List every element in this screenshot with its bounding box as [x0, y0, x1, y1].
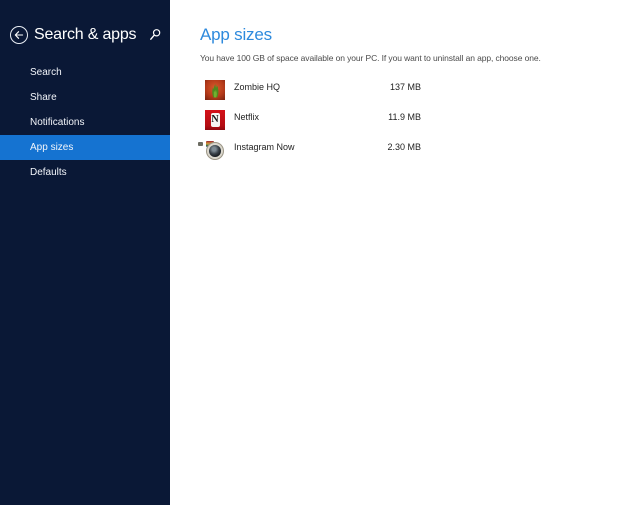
back-button[interactable] [10, 26, 28, 44]
search-button[interactable] [148, 28, 162, 42]
sidebar-nav: Search Share Notifications App sizes Def… [0, 60, 170, 185]
app-row[interactable]: Zombie HQ 137 MB [205, 80, 421, 100]
app-size: 11.9 MB [388, 112, 421, 122]
sidebar-item-label: Search [30, 67, 62, 78]
sidebar-item-share[interactable]: Share [0, 85, 170, 110]
sidebar-item-defaults[interactable]: Defaults [0, 160, 170, 185]
sidebar-item-label: Share [30, 92, 57, 103]
netflix-icon: N [205, 110, 225, 130]
instagram-camera-icon [198, 140, 225, 160]
sidebar-item-label: Notifications [30, 117, 85, 128]
app-name: Instagram Now [234, 142, 295, 152]
app-size: 2.30 MB [387, 142, 421, 152]
sidebar-item-label: Defaults [30, 167, 67, 178]
sidebar-item-label: App sizes [30, 142, 74, 153]
zombie-hand-icon [205, 80, 225, 100]
sidebar-title: Search & apps [34, 26, 137, 43]
app-name: Netflix [234, 112, 260, 122]
sidebar-header: Search & apps [10, 26, 137, 44]
sidebar-item-notifications[interactable]: Notifications [0, 110, 170, 135]
sidebar-item-app-sizes[interactable]: App sizes [0, 135, 170, 160]
app-row[interactable]: N Netflix 11.9 MB [205, 110, 421, 130]
app-name: Zombie HQ [234, 82, 281, 92]
app-list: Zombie HQ 137 MB N Netflix 11.9 MB Insta… [198, 80, 421, 170]
search-icon [149, 29, 162, 44]
app-size: 137 MB [389, 82, 421, 92]
settings-sidebar: Search & apps Search Share Notifications… [0, 0, 170, 505]
page-title: App sizes [200, 25, 272, 44]
app-row[interactable]: Instagram Now 2.30 MB [198, 140, 421, 160]
page-description: You have 100 GB of space available on yo… [200, 53, 541, 63]
main-content: App sizes You have 100 GB of space avail… [170, 0, 640, 512]
sidebar-item-search[interactable]: Search [0, 60, 170, 85]
back-arrow-icon [14, 28, 24, 43]
